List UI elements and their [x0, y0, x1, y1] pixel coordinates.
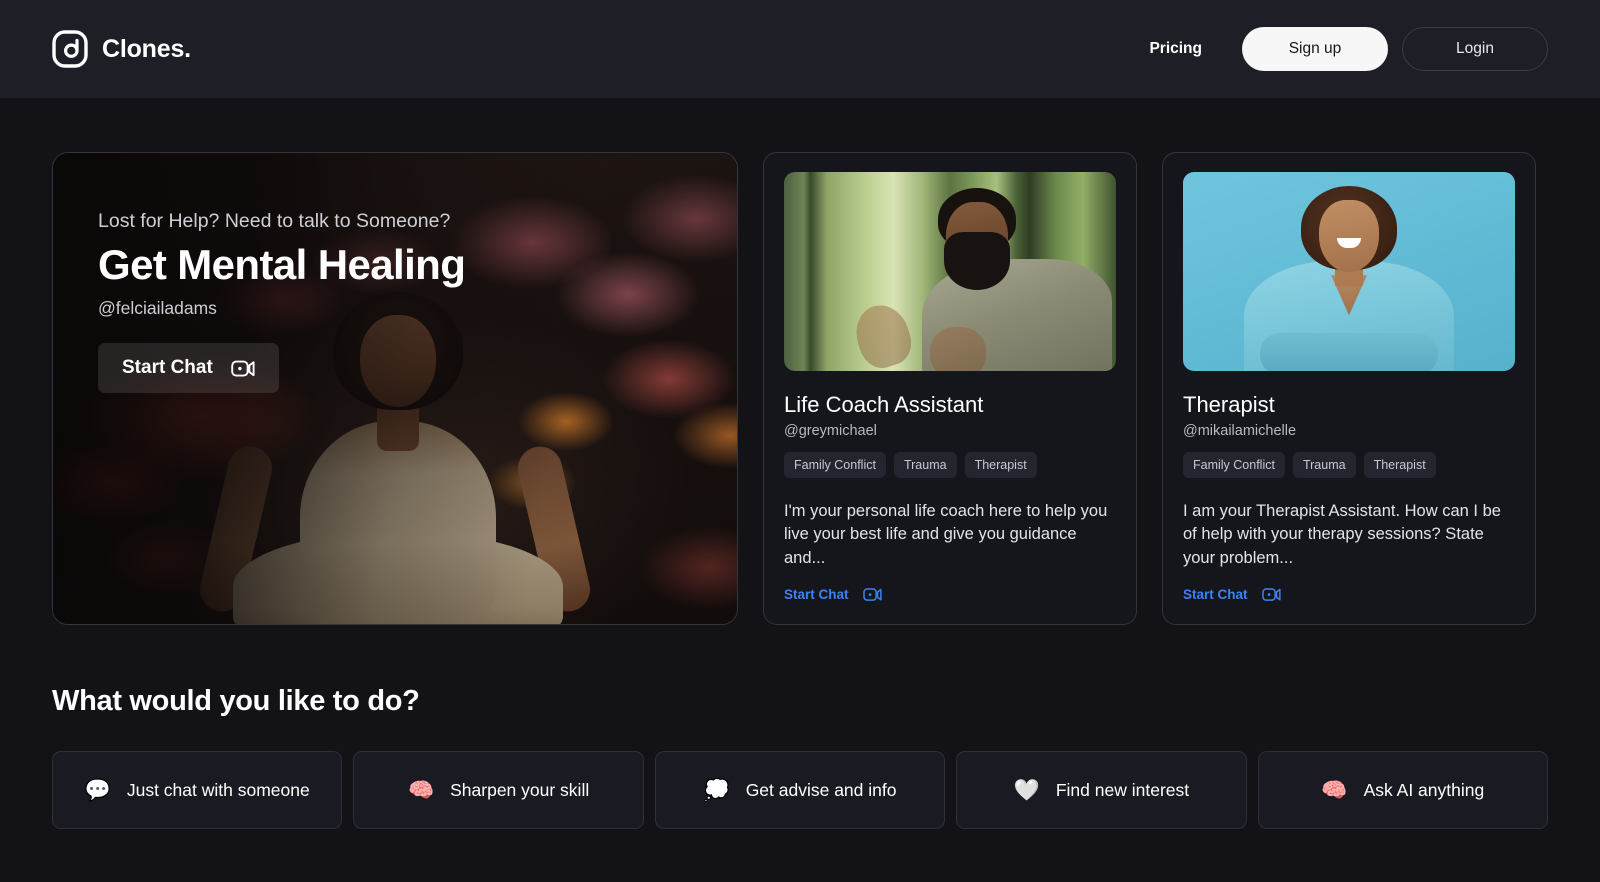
- assistant-start-chat-label: Start Chat: [784, 587, 849, 603]
- action-label: Just chat with someone: [126, 779, 310, 800]
- actions-row: 💬 Just chat with someone 🧠 Sharpen your …: [52, 751, 1549, 829]
- assistant-card-handle: @greymichael: [784, 423, 877, 439]
- lightbulb-icon: 🧠: [407, 778, 435, 802]
- action-find-new-interest[interactable]: 🤍 Find new interest: [956, 751, 1247, 829]
- hero-handle: @felciailadams: [98, 298, 217, 318]
- tag[interactable]: Trauma: [893, 452, 957, 478]
- action-ask-ai-anything[interactable]: 🧠 Ask AI anything: [1257, 751, 1549, 829]
- site-header: Clones. Pricing Sign up Login: [0, 0, 1600, 98]
- hero-card[interactable]: Lost for Help? Need to talk to Someone? …: [52, 152, 738, 625]
- action-just-chat-with-someone[interactable]: 💬 Just chat with someone: [52, 751, 343, 829]
- featured-cards-row: Lost for Help? Need to talk to Someone? …: [52, 152, 1548, 625]
- therapist-photo-illustration: [1183, 172, 1515, 371]
- video-camera-icon: [862, 587, 882, 602]
- nav-link-pricing[interactable]: Pricing: [1123, 40, 1228, 58]
- speech-balloon-icon: 💬: [84, 778, 111, 802]
- assistant-start-chat-button[interactable]: Start Chat: [784, 587, 882, 602]
- assistant-card-image: [784, 172, 1116, 371]
- tag[interactable]: Therapist: [1363, 452, 1436, 478]
- brand-name: Clones.: [102, 34, 191, 63]
- hero-title: Get Mental Healing: [98, 241, 466, 288]
- header-nav: Pricing Sign up Login: [1123, 27, 1548, 71]
- assistant-card-description: I am your Therapist Assistant. How can I…: [1183, 502, 1501, 567]
- video-camera-icon: [1261, 587, 1281, 602]
- action-label: Get advise and info: [745, 779, 897, 800]
- coach-photo-illustration: [784, 172, 1116, 371]
- assistant-card-image: [1183, 172, 1515, 371]
- hero-kicker: Lost for Help? Need to talk to Someone?: [98, 210, 451, 232]
- assistant-start-chat-button[interactable]: Start Chat: [1183, 587, 1281, 602]
- tag[interactable]: Family Conflict: [1183, 452, 1285, 478]
- action-label: Ask AI anything: [1363, 779, 1485, 800]
- action-sharpen-your-skill[interactable]: 🧠 Sharpen your skill: [353, 751, 644, 829]
- main-content: Lost for Help? Need to talk to Someone? …: [0, 98, 1600, 625]
- signup-button[interactable]: Sign up: [1242, 27, 1388, 71]
- heart-hand-icon: 🤍: [1013, 778, 1040, 802]
- tag[interactable]: Trauma: [1292, 452, 1356, 478]
- thought-balloon-icon: 💭: [703, 778, 730, 802]
- assistant-start-chat-label: Start Chat: [1183, 587, 1248, 603]
- clones-logo-icon: [52, 30, 88, 68]
- actions-heading: What would you like to do?: [52, 685, 420, 717]
- brain-icon: 🧠: [1321, 778, 1348, 802]
- login-button[interactable]: Login: [1402, 27, 1548, 71]
- tag[interactable]: Family Conflict: [784, 452, 886, 478]
- assistant-card[interactable]: Life Coach Assistant @greymichael Family…: [763, 152, 1137, 625]
- action-label: Find new interest: [1055, 779, 1190, 800]
- video-camera-icon: [231, 359, 255, 378]
- assistant-card-tags: Family Conflict Trauma Therapist: [1183, 452, 1515, 478]
- assistant-card-handle: @mikailamichelle: [1183, 423, 1297, 439]
- assistant-card-title: Life Coach Assistant: [784, 392, 984, 417]
- hero-text-block: Lost for Help? Need to talk to Someone? …: [98, 210, 466, 393]
- action-label: Sharpen your skill: [450, 779, 590, 800]
- hero-start-chat-button[interactable]: Start Chat: [98, 343, 279, 393]
- assistant-card-tags: Family Conflict Trauma Therapist: [784, 452, 1116, 478]
- actions-section: What would you like to do? 💬 Just chat w…: [0, 625, 1600, 829]
- action-get-advise-and-info[interactable]: 💭 Get advise and info: [654, 751, 946, 829]
- assistant-card-description: I'm your personal life coach here to hel…: [784, 502, 1108, 567]
- brand-logo[interactable]: Clones.: [52, 30, 191, 68]
- assistant-card-title: Therapist: [1183, 392, 1275, 417]
- tag[interactable]: Therapist: [964, 452, 1037, 478]
- hero-start-chat-label: Start Chat: [122, 357, 213, 378]
- assistant-card[interactable]: Therapist @mikailamichelle Family Confli…: [1162, 152, 1536, 625]
